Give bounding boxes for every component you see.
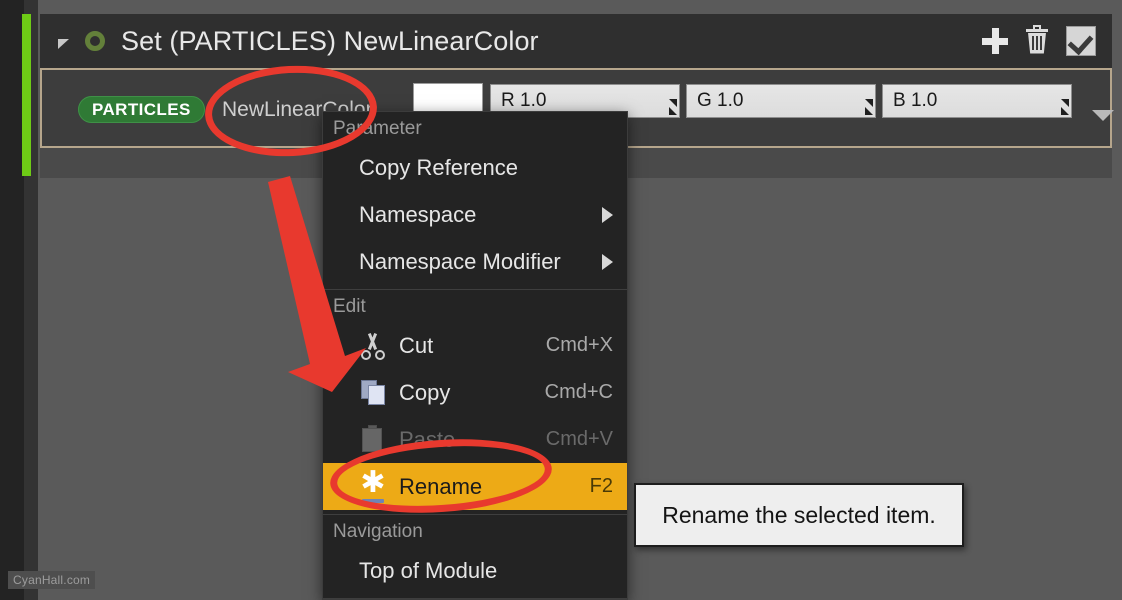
checkmark-icon[interactable] bbox=[1066, 26, 1096, 56]
menu-item-paste: Paste Cmd+V bbox=[323, 416, 627, 463]
node-header-actions bbox=[982, 24, 1112, 56]
blue-channel-input[interactable]: B 1.0 bbox=[882, 84, 1072, 118]
namespace-badge: PARTICLES bbox=[78, 96, 205, 123]
menu-item-shortcut: Cmd+V bbox=[545, 428, 613, 450]
menu-section-navigation: Navigation bbox=[333, 521, 423, 542]
menu-item-label: Rename bbox=[399, 473, 483, 499]
menu-item-top-of-module[interactable]: Top of Module bbox=[323, 547, 627, 594]
plus-icon[interactable] bbox=[982, 28, 1008, 54]
menu-item-label: Namespace bbox=[359, 201, 477, 227]
watermark: CyanHall.com bbox=[8, 571, 96, 589]
trash-icon[interactable] bbox=[1026, 24, 1048, 54]
tooltip-text: Rename the selected item. bbox=[662, 501, 936, 528]
menu-divider bbox=[323, 598, 627, 599]
screenshot-root: Set (PARTICLES) NewLinearColor PARTICLES… bbox=[0, 0, 1122, 600]
circle-icon bbox=[85, 31, 105, 51]
menu-section-parameter: Parameter bbox=[333, 118, 422, 139]
resize-corner-icon[interactable] bbox=[857, 99, 873, 115]
resize-corner-icon[interactable] bbox=[1053, 99, 1069, 115]
green-channel-input[interactable]: G 1.0 bbox=[686, 84, 876, 118]
menu-item-shortcut: Cmd+X bbox=[545, 334, 613, 356]
menu-item-cut[interactable]: Cut Cmd+X bbox=[323, 322, 627, 369]
menu-section-edit: Edit bbox=[333, 296, 366, 317]
menu-item-label: Cut bbox=[399, 332, 434, 358]
node-header[interactable]: Set (PARTICLES) NewLinearColor bbox=[40, 14, 1112, 68]
menu-item-label: Paste bbox=[399, 426, 456, 452]
tooltip: Rename the selected item. bbox=[634, 483, 964, 547]
menu-item-label: Copy bbox=[399, 379, 451, 405]
red-channel-value: R 1.0 bbox=[501, 90, 547, 111]
scissors-icon bbox=[359, 332, 389, 360]
menu-item-namespace-modifier[interactable]: Namespace Modifier bbox=[323, 238, 627, 285]
resize-corner-icon[interactable] bbox=[661, 99, 677, 115]
menu-item-label: Top of Module bbox=[359, 557, 498, 583]
menu-item-shortcut: F2 bbox=[589, 475, 613, 497]
menu-item-label: Copy Reference bbox=[359, 154, 518, 180]
chevron-down-icon[interactable] bbox=[1092, 110, 1114, 121]
menu-item-copy-reference[interactable]: Copy Reference bbox=[323, 144, 627, 191]
chevron-right-icon bbox=[602, 206, 613, 223]
menu-item-label: Namespace Modifier bbox=[359, 248, 561, 274]
green-channel-value: G 1.0 bbox=[697, 90, 744, 111]
rename-icon: ✱ bbox=[359, 467, 389, 503]
chevron-right-icon bbox=[602, 253, 613, 270]
triangle-collapse-icon[interactable] bbox=[58, 39, 69, 49]
copy-icon bbox=[359, 379, 389, 407]
context-menu[interactable]: Parameter Copy Reference Namespace Names… bbox=[322, 111, 628, 600]
blue-channel-value: B 1.0 bbox=[893, 90, 938, 111]
menu-item-shortcut: Cmd+C bbox=[544, 381, 613, 403]
menu-item-rename[interactable]: ✱ Rename F2 bbox=[323, 463, 627, 510]
page-title: Set (PARTICLES) NewLinearColor bbox=[121, 25, 539, 56]
menu-item-copy[interactable]: Copy Cmd+C bbox=[323, 369, 627, 416]
module-accent-bar bbox=[22, 14, 31, 176]
paste-icon bbox=[359, 424, 389, 454]
menu-item-namespace[interactable]: Namespace bbox=[323, 191, 627, 238]
